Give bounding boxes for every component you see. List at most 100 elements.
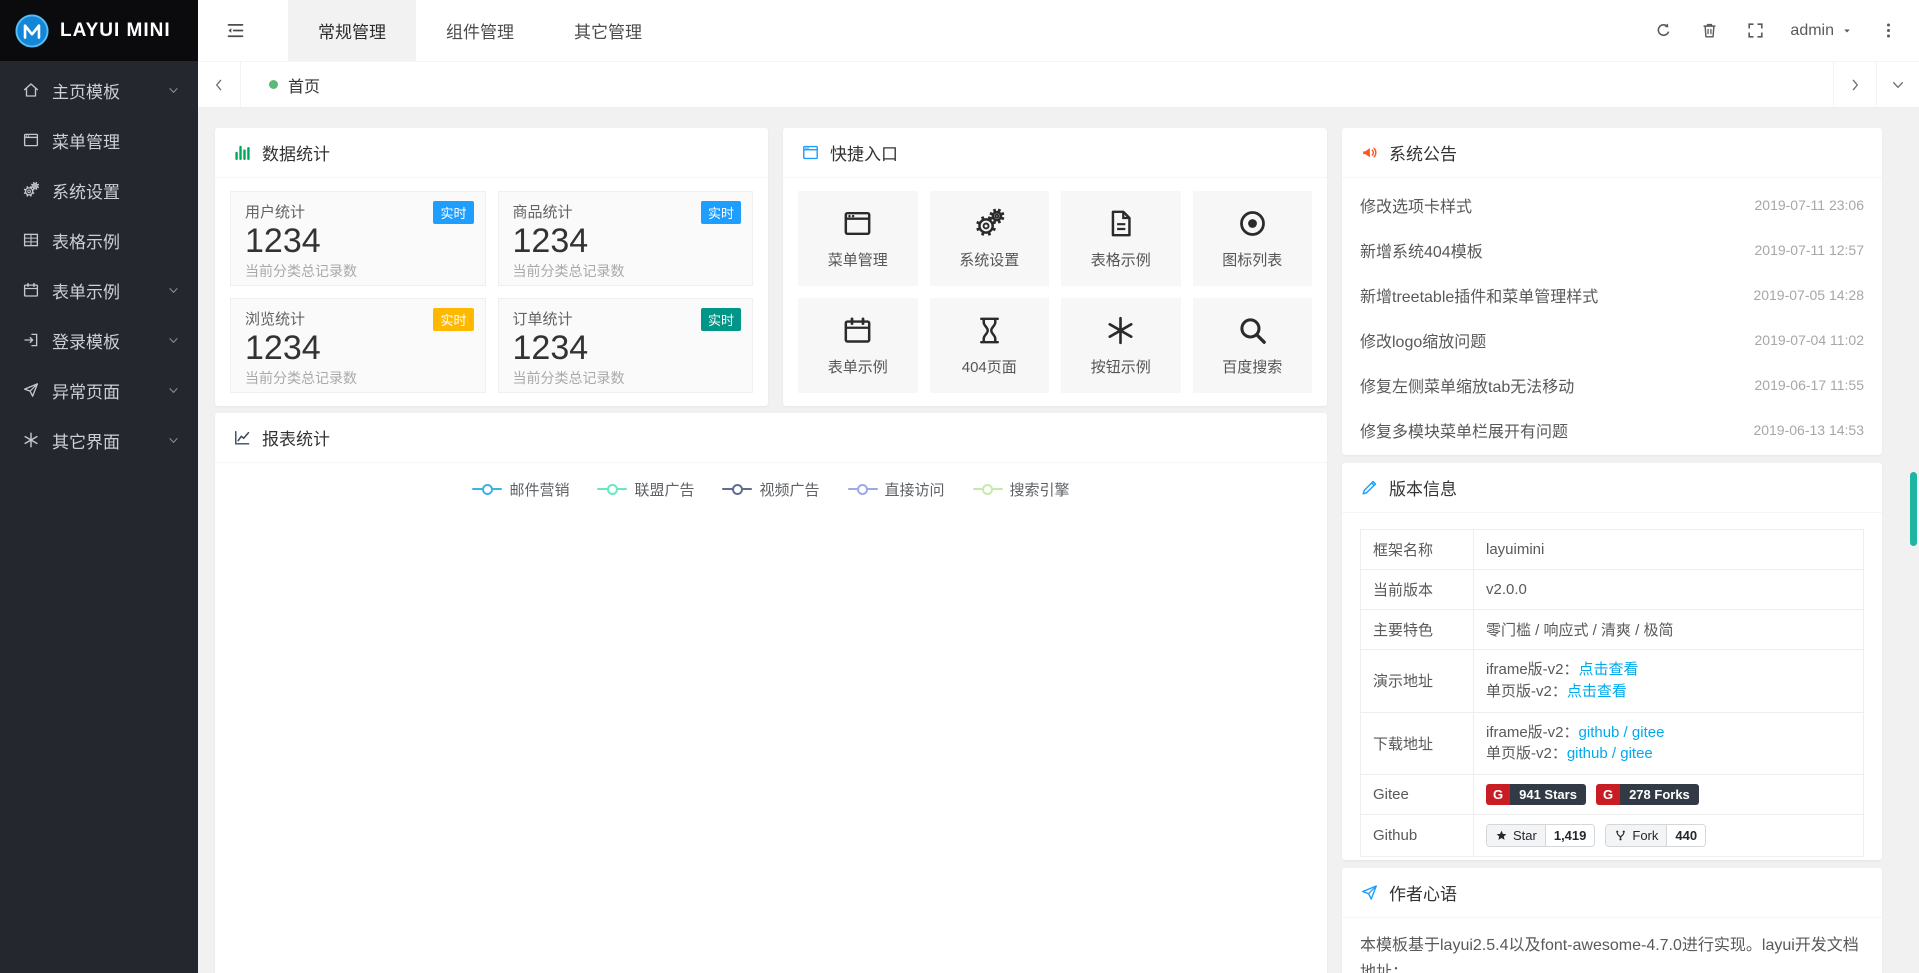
calendar-icon	[841, 314, 874, 347]
user-menu[interactable]: admin	[1778, 0, 1865, 61]
header-tab-general[interactable]: 常规管理	[288, 0, 416, 61]
sidebar-item-other-ui[interactable]: 其它界面	[0, 415, 198, 465]
gitee-badge[interactable]: G941 Stars	[1486, 784, 1586, 805]
quick-entry-form-example[interactable]: 表单示例	[798, 298, 918, 393]
gitee-badge[interactable]: G278 Forks	[1596, 784, 1699, 805]
announcement-item: 修改logo缩放问题2019-07-04 11:02	[1342, 317, 1882, 362]
legend-item[interactable]: 直接访问	[848, 479, 945, 500]
paper-plane-icon	[1360, 883, 1379, 902]
sidebar-item-label: 表单示例	[52, 278, 120, 303]
version-link[interactable]: gitee	[1632, 724, 1665, 741]
header-tab-others[interactable]: 其它管理	[544, 0, 672, 61]
quick-entry-label: 图标列表	[1222, 249, 1282, 270]
fullscreen-button[interactable]	[1732, 0, 1778, 61]
version-row-value: layuimini	[1474, 530, 1864, 570]
author-words-card: 作者心语 本模板基于layui2.5.4以及font-awesome-4.7.0…	[1342, 868, 1882, 973]
legend-label: 搜索引擎	[1010, 479, 1070, 500]
quick-entry-baidu-search[interactable]: 百度搜索	[1193, 298, 1313, 393]
tab-operations-button[interactable]	[1876, 62, 1919, 107]
quick-entry-card: 快捷入口 菜单管理系统设置表格示例图标列表表单示例404页面按钮示例百度搜索	[783, 128, 1327, 406]
version-link[interactable]: 点击查看	[1567, 683, 1627, 700]
sidebar-item-home-template[interactable]: 主页模板	[0, 65, 198, 115]
legend-marker-icon	[722, 483, 752, 495]
version-row-label: 下载地址	[1361, 712, 1474, 775]
github-badge-count: 440	[1667, 825, 1705, 846]
announcement-text: 修复左侧菜单缩放tab无法移动	[1360, 373, 1574, 397]
sidebar-item-system-settings[interactable]: 系统设置	[0, 165, 198, 215]
home-icon	[22, 81, 40, 99]
stat-box: 用户统计1234当前分类总记录数实时	[230, 191, 486, 286]
announcement-date: 2019-07-04 11:02	[1755, 332, 1865, 348]
announcement-date: 2019-07-05 14:28	[1753, 287, 1864, 303]
username: admin	[1790, 22, 1834, 40]
github-badge-label: Star	[1487, 825, 1546, 846]
refresh-button[interactable]	[1640, 0, 1686, 61]
version-link[interactable]: github	[1579, 724, 1620, 741]
sidebar-item-menu-management[interactable]: 菜单管理	[0, 115, 198, 165]
version-line: iframe版-v2：点击查看	[1486, 659, 1851, 681]
calendar-icon	[22, 281, 40, 299]
active-tab-dot	[269, 80, 278, 89]
quick-entry-page-404[interactable]: 404页面	[930, 298, 1050, 393]
header-actions: admin	[1640, 0, 1919, 61]
link-separator: /	[1608, 745, 1621, 762]
version-link[interactable]: gitee	[1620, 745, 1653, 762]
github-badge[interactable]: Fork 440	[1605, 824, 1706, 847]
version-line: iframe版-v2：github / gitee	[1486, 722, 1851, 744]
legend-item[interactable]: 搜索引擎	[973, 479, 1070, 500]
announcement-item: 新增系统404模板2019-07-11 12:57	[1342, 227, 1882, 272]
quick-entry-system-settings[interactable]: 系统设置	[930, 191, 1050, 286]
legend-item[interactable]: 邮件营销	[472, 479, 569, 500]
realtime-badge: 实时	[701, 308, 741, 331]
quick-entry-label: 系统设置	[959, 249, 1019, 270]
announcement-date: 2019-06-13 14:53	[1753, 422, 1864, 438]
more-menu-button[interactable]	[1865, 0, 1911, 61]
system-announcements-card: 系统公告 修改选项卡样式2019-07-11 23:06新增系统404模板201…	[1342, 128, 1882, 455]
card-title: 版本信息	[1389, 475, 1457, 500]
legend-item[interactable]: 联盟广告	[597, 479, 694, 500]
sidebar-item-label: 菜单管理	[52, 128, 120, 153]
version-link[interactable]: github	[1567, 745, 1608, 762]
clear-cache-button[interactable]	[1686, 0, 1732, 61]
sidebar-item-error-pages[interactable]: 异常页面	[0, 365, 198, 415]
tab-scroll-left-button[interactable]	[198, 62, 241, 107]
quick-entry-table-example[interactable]: 表格示例	[1061, 191, 1181, 286]
quick-entry-label: 百度搜索	[1222, 356, 1282, 377]
version-row-label: Github	[1361, 815, 1474, 857]
chevron-down-icon	[167, 384, 180, 397]
version-link[interactable]: 点击查看	[1579, 661, 1639, 678]
quick-entry-label: 菜单管理	[828, 249, 888, 270]
tab-scroll-right-button[interactable]	[1833, 62, 1876, 107]
legend-label: 联盟广告	[634, 479, 694, 500]
version-info-card: 版本信息 框架名称layuimini当前版本v2.0.0主要特色零门槛 / 响应…	[1342, 463, 1882, 860]
brand-logo[interactable]: LAYUI MINI	[0, 0, 198, 61]
legend-label: 直接访问	[885, 479, 945, 500]
legend-label: 邮件营销	[509, 479, 569, 500]
card-title: 系统公告	[1389, 140, 1457, 165]
quick-entry-button-example[interactable]: 按钮示例	[1061, 298, 1181, 393]
header-tab-components[interactable]: 组件管理	[416, 0, 544, 61]
quick-entry-icon-list[interactable]: 图标列表	[1193, 191, 1313, 286]
quick-entry-label: 404页面	[962, 356, 1017, 377]
collapse-sidebar-button[interactable]	[198, 0, 272, 61]
announcement-list: 修改选项卡样式2019-07-11 23:06新增系统404模板2019-07-…	[1342, 178, 1882, 452]
github-badge-text: Fork	[1632, 828, 1658, 843]
sidebar-item-table-example[interactable]: 表格示例	[0, 215, 198, 265]
legend-item[interactable]: 视频广告	[722, 479, 819, 500]
tab-home[interactable]: 首页	[241, 62, 348, 107]
sidebar-item-login-template[interactable]: 登录模板	[0, 315, 198, 365]
github-badge[interactable]: Star1,419	[1486, 824, 1595, 847]
version-row: 当前版本v2.0.0	[1361, 570, 1864, 610]
version-row-label: 框架名称	[1361, 530, 1474, 570]
chevron-down-icon	[167, 84, 180, 97]
version-row-value: iframe版-v2：github / gitee单页版-v2：github /…	[1474, 712, 1864, 775]
version-line-prefix: 单页版-v2：	[1486, 745, 1567, 762]
fullscreen-icon	[1746, 21, 1765, 40]
realtime-badge: 实时	[433, 308, 473, 331]
page-scrollbar-thumb[interactable]	[1910, 472, 1917, 546]
sidebar-item-label: 表格示例	[52, 228, 120, 253]
quick-entry-menu-management[interactable]: 菜单管理	[798, 191, 918, 286]
file-icon	[1104, 207, 1137, 240]
announcement-date: 2019-06-17 11:55	[1755, 377, 1865, 393]
sidebar-item-form-example[interactable]: 表单示例	[0, 265, 198, 315]
